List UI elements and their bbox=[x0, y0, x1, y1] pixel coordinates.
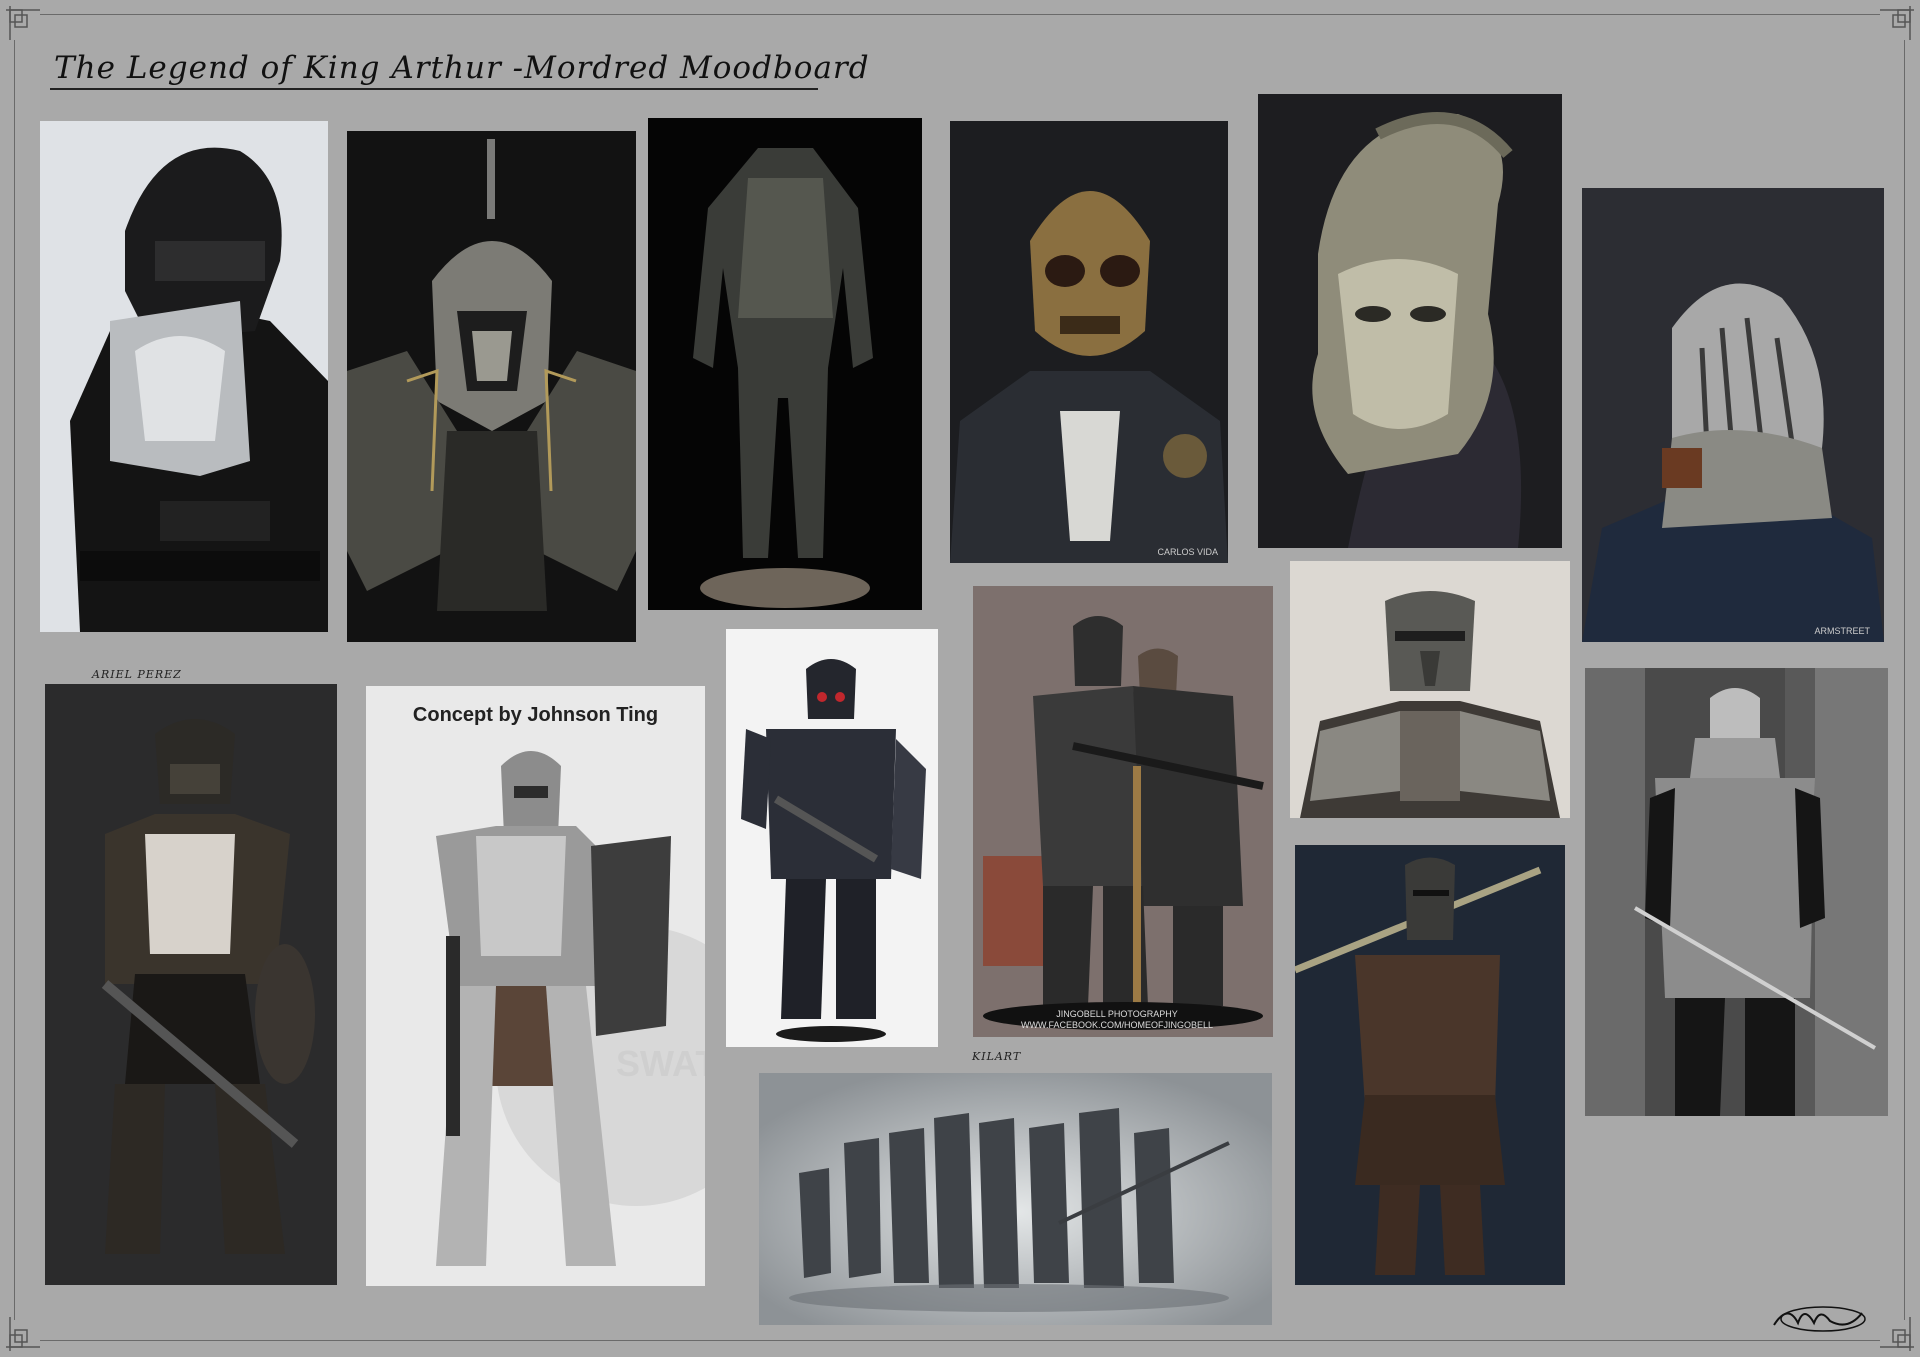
moodboard-image-greatsword-knight bbox=[1295, 845, 1565, 1285]
artist-credit-kilart: KILART bbox=[972, 1050, 1022, 1063]
moodboard-image-bronze-face-helmet bbox=[1258, 94, 1562, 548]
artist-credit-ariel-perez: ARIEL PEREZ bbox=[92, 668, 182, 681]
photo-credit-name: JINGOBELL PHOTOGRAPHY bbox=[1056, 1009, 1178, 1019]
frame-right-line bbox=[1904, 40, 1905, 1320]
artist-signature bbox=[1768, 1295, 1868, 1335]
page-title: The Legend of King Arthur -Mordred Moodb… bbox=[54, 50, 870, 86]
image-caption: Concept by Johnson Ting bbox=[412, 704, 659, 726]
frame-left-line bbox=[14, 40, 15, 1320]
image-credit: ARMSTREET bbox=[1814, 626, 1870, 636]
corner-ornament-icon bbox=[6, 6, 40, 40]
moodboard-image-gold-skull-mask: CARLOS VIDA bbox=[950, 121, 1228, 563]
moodboard-image-johnson-ting-concept: SWAT Concept by Johnson Ting bbox=[366, 686, 705, 1286]
moodboard-image-black-armor bbox=[40, 121, 328, 632]
corner-ornament-icon bbox=[6, 1317, 40, 1351]
moodboard-image-skull-helmet-bust bbox=[347, 131, 636, 642]
photo-credit-url: WWW.FACEBOOK.COM/HOMEOFJINGOBELL bbox=[1020, 1020, 1213, 1030]
moodboard-image-engraved-bascinet: ARMSTREET bbox=[1582, 188, 1884, 642]
moodboard-image-jingobell-figures: JINGOBELL PHOTOGRAPHY WWW.FACEBOOK.COM/H… bbox=[973, 586, 1273, 1037]
moodboard-image-gas-mask-trooper bbox=[726, 629, 938, 1047]
image-credit: CARLOS VIDA bbox=[1157, 547, 1218, 557]
photo-credit: JINGOBELL PHOTOGRAPHY WWW.FACEBOOK.COM/H… bbox=[1021, 1009, 1213, 1031]
moodboard-image-chainmail-knight bbox=[1585, 668, 1888, 1116]
moodboard-image-gladiator-concept bbox=[45, 684, 337, 1285]
corner-ornament-icon bbox=[1880, 6, 1914, 40]
title-underline bbox=[50, 88, 818, 90]
frame-bottom-line bbox=[40, 1340, 1880, 1341]
moodboard-image-visored-helm bbox=[1290, 561, 1570, 818]
watermark-text: SWAT bbox=[616, 1043, 705, 1084]
corner-ornament-icon bbox=[1880, 1317, 1914, 1351]
moodboard-image-armored-statue bbox=[648, 118, 922, 610]
moodboard-image-knight-squad-painting bbox=[759, 1073, 1272, 1325]
frame-top-line bbox=[40, 14, 1880, 15]
